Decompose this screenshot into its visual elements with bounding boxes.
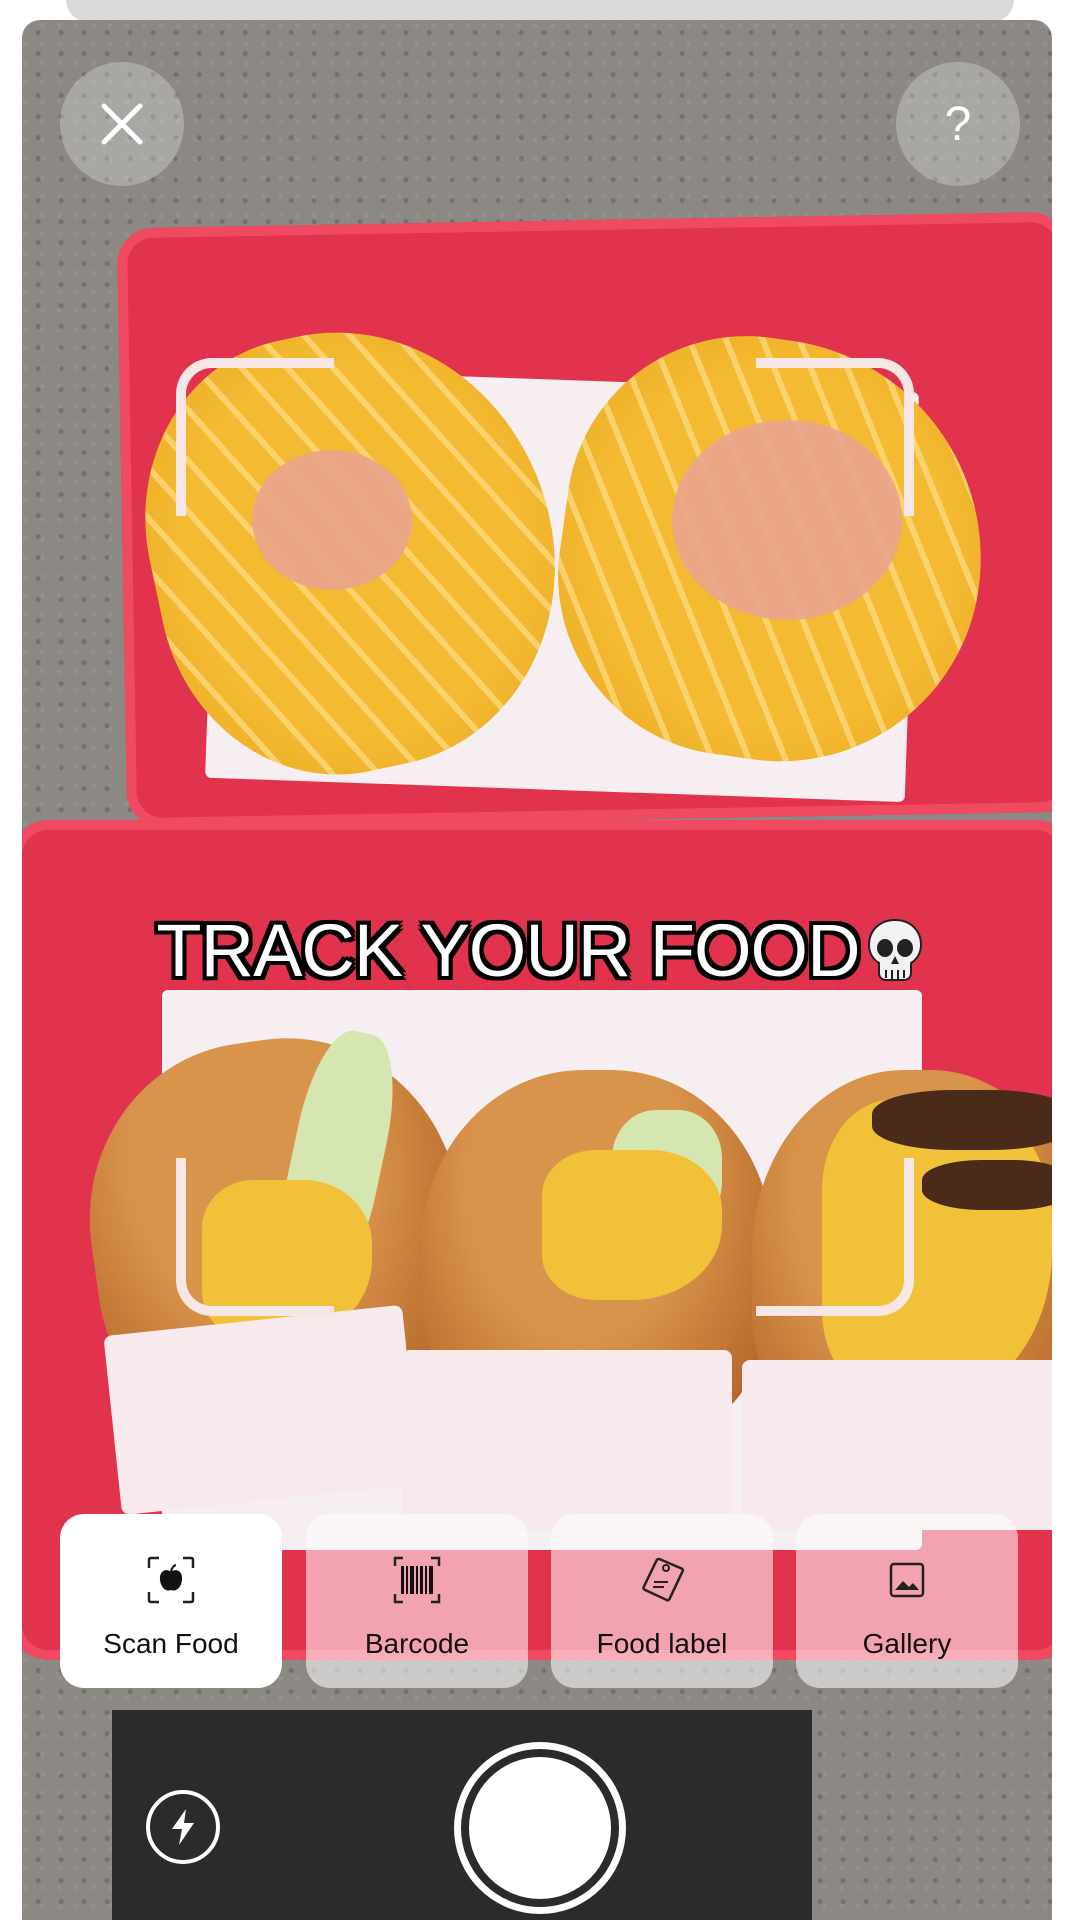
mode-barcode[interactable]: Barcode: [306, 1514, 528, 1688]
wrapper-right: [742, 1360, 1052, 1530]
video-caption: TRACK YOUR FOOD: [0, 908, 1080, 993]
flash-icon: [172, 1809, 194, 1845]
barcode-icon: [393, 1556, 441, 1604]
wrapper-left: [103, 1304, 421, 1516]
sheet-handle: [66, 0, 1014, 22]
shutter-inner: [469, 1757, 611, 1899]
cheese-middle: [542, 1150, 722, 1300]
viewfinder-corner-bottom-left: [176, 1158, 334, 1316]
viewfinder-corner-top-right: [756, 358, 914, 516]
help-icon: ?: [944, 97, 972, 151]
mode-label: Barcode: [364, 1628, 470, 1659]
scan-mode-selector: Scan Food Barcode Food label Gallery: [60, 1514, 1020, 1688]
scan-food-icon: [147, 1556, 195, 1604]
help-button[interactable]: ?: [896, 62, 1020, 186]
close-button[interactable]: [60, 62, 184, 186]
mode-label: Gallery: [862, 1628, 952, 1659]
gallery-icon: [889, 1562, 925, 1598]
viewfinder-corner-bottom-right: [756, 1158, 914, 1316]
mode-gallery[interactable]: Gallery: [796, 1514, 1018, 1688]
food-label-icon: [642, 1557, 685, 1602]
skull-icon: [867, 918, 922, 981]
mode-scan-food[interactable]: Scan Food: [60, 1514, 282, 1688]
mode-label: Scan Food: [103, 1628, 239, 1659]
patty-lower: [922, 1160, 1052, 1210]
patty-upper: [872, 1090, 1052, 1150]
shutter-button[interactable]: [454, 1742, 626, 1914]
mode-label: Food label: [596, 1628, 728, 1659]
flash-button[interactable]: [146, 1790, 220, 1864]
caption-text: TRACK YOUR FOOD: [156, 909, 860, 992]
mode-food-label[interactable]: Food label: [551, 1514, 773, 1688]
viewfinder-corner-top-left: [176, 358, 334, 516]
wrapper-middle: [402, 1350, 732, 1530]
close-icon: [101, 103, 143, 145]
